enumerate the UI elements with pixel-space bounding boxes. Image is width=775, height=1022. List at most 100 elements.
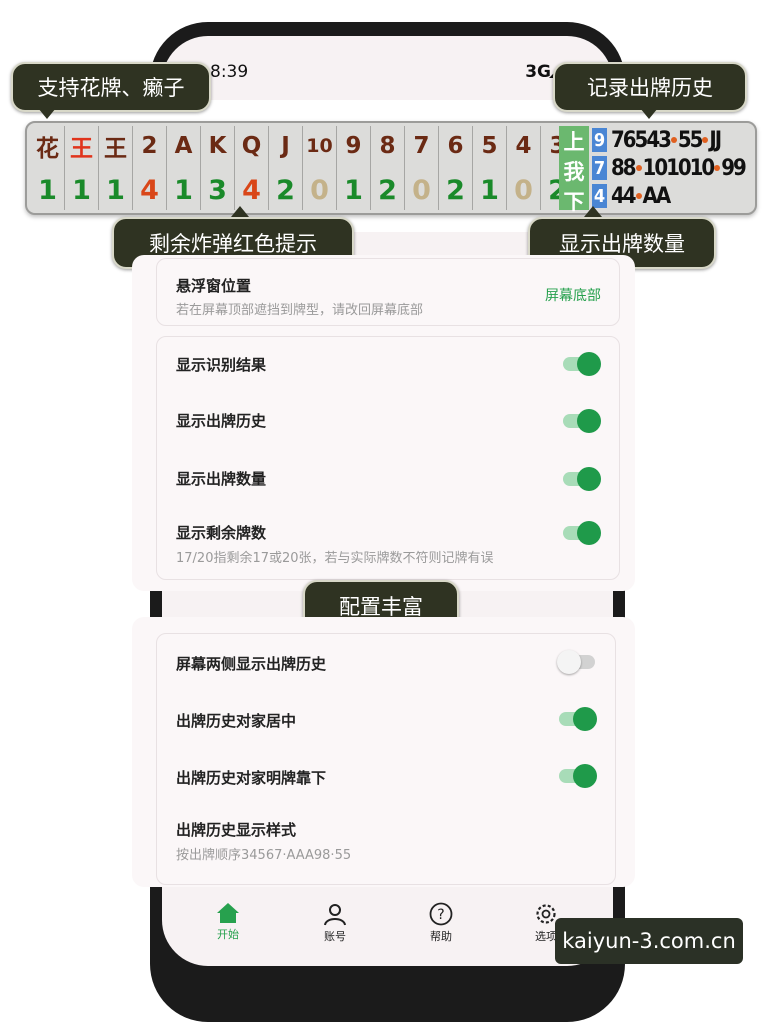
status-bar: 8:39 3G <box>162 60 613 86</box>
setting-float-position[interactable]: 悬浮窗位置 若在屏幕顶部遮挡到牌型，请改回屏幕底部 屏幕底部 <box>157 259 619 325</box>
float-position-card[interactable]: 悬浮窗位置 若在屏幕顶部遮挡到牌型，请改回屏幕底部 屏幕底部 <box>156 258 620 326</box>
played-cards: 76543 <box>611 127 672 153</box>
card-remaining-count: 2 <box>276 174 295 206</box>
card-face: 5 <box>481 133 498 159</box>
card-face: 8 <box>379 133 396 159</box>
callout-top-right: 记录出牌历史 <box>553 62 747 112</box>
setting-opponent-bottom[interactable]: 出牌历史对家明牌靠下 <box>157 748 615 804</box>
setting-show-recognition[interactable]: 显示识别结果 <box>157 337 619 391</box>
nav-start[interactable]: 开始 <box>198 885 258 942</box>
toggle-knob <box>573 764 597 788</box>
card-face: K <box>208 133 227 159</box>
card-column: 82 <box>371 126 405 210</box>
setting-title: 显示出牌历史 <box>176 412 267 430</box>
toggle-knob <box>577 467 601 491</box>
setting-title: 显示识别结果 <box>176 356 267 374</box>
played-cards: 99 <box>721 155 747 181</box>
card-face: J <box>281 133 290 159</box>
status-time: 8:39 <box>210 62 249 82</box>
show-remaining-toggle[interactable] <box>563 521 601 545</box>
card-face: 9 <box>345 133 362 159</box>
card-remaining-count: 0 <box>514 174 533 206</box>
card-remaining-count: 2 <box>446 174 465 206</box>
played-cards: AA <box>642 183 672 209</box>
float-position-value[interactable]: 屏幕底部 <box>545 285 601 305</box>
played-cards: 101010 <box>642 155 716 181</box>
nav-label: 选项 <box>535 930 557 943</box>
show-count-toggle[interactable] <box>563 467 601 491</box>
opponent-center-toggle[interactable] <box>559 707 597 731</box>
player-label-next: 下 <box>563 190 585 214</box>
setting-subtitle: 按出牌顺序34567·AAA98·55 <box>176 848 352 863</box>
separator-dot <box>635 165 642 171</box>
setting-show-remaining[interactable]: 显示剩余牌数 17/20指剩余17或20张，若与实际牌数不符则记牌有误 <box>157 509 619 575</box>
played-cards: JJ <box>709 127 722 153</box>
setting-show-history[interactable]: 显示出牌历史 <box>157 393 619 447</box>
card-remaining-count: 4 <box>242 174 261 206</box>
callout-text: 支持花牌、癞子 <box>37 76 185 100</box>
setting-opponent-center[interactable]: 出牌历史对家居中 <box>157 691 615 747</box>
setting-title: 显示剩余牌数 <box>176 524 267 542</box>
nav-label: 开始 <box>217 928 239 941</box>
setting-show-count[interactable]: 显示出牌数量 <box>157 451 619 505</box>
card-remaining-count: 1 <box>38 174 57 206</box>
callout-text: 显示出牌数量 <box>559 232 685 256</box>
card-column: 10 0 <box>303 126 337 210</box>
nav-account[interactable]: 账号 <box>305 885 365 944</box>
card-column: 王1 <box>99 126 133 210</box>
card-remaining-count: 1 <box>480 174 499 206</box>
nav-label: 帮助 <box>430 930 452 943</box>
card-column: 62 <box>439 126 473 210</box>
play-history: 9 76543 55 JJ 7 88 101010 99 4 44 AA <box>592 126 752 210</box>
setting-title: 出牌历史显示样式 <box>176 821 297 839</box>
card-column: 51 <box>473 126 507 210</box>
history-row: 7 88 101010 99 <box>592 154 752 182</box>
opponent-bottom-toggle[interactable] <box>559 764 597 788</box>
toggle-knob <box>577 352 601 376</box>
played-cards: 88 <box>611 155 637 181</box>
show-history-toggle[interactable] <box>563 409 601 433</box>
card-column: Q4 <box>235 126 269 210</box>
separator-dot <box>714 165 721 171</box>
setting-history-style[interactable]: 出牌历史显示样式 按出牌顺序34567·AAA98·55 <box>157 806 615 876</box>
card-column: J2 <box>269 126 303 210</box>
setting-subtitle: 若在屏幕顶部遮挡到牌型，请改回屏幕底部 <box>176 303 424 318</box>
setting-title: 显示出牌数量 <box>176 470 267 488</box>
card-tracker-overlay: 花 1 王 1 王 1 2 4 A 1 K 3 Q 4 J 2 10 0 9 1 8 2 7 0 6 2 5 1 4 0 3 2 上 我 下 … <box>25 121 757 215</box>
setting-title: 悬浮窗位置 <box>176 277 252 295</box>
history-settings-card: 屏幕两侧显示出牌历史 出牌历史对家居中 出牌历史对家明牌靠下 出牌历史显示样式 … <box>156 633 616 885</box>
player-label-me: 我 <box>563 160 585 184</box>
player-label-prev: 上 <box>563 130 585 154</box>
watermark: kaiyun-3.com.cn <box>555 918 743 964</box>
card-column: 24 <box>133 126 167 210</box>
history-row: 9 76543 55 JJ <box>592 126 752 154</box>
card-column: 91 <box>337 126 371 210</box>
callout-top-left: 支持花牌、癞子 <box>11 62 211 112</box>
bottom-nav: 开始 账号 ? 帮助 选项 <box>162 885 613 955</box>
callout-pointer <box>584 206 602 217</box>
card-remaining-count: 1 <box>72 174 91 206</box>
card-face: Q <box>241 133 262 159</box>
show-recognition-toggle[interactable] <box>563 352 601 376</box>
card-remaining-count: 2 <box>378 174 397 206</box>
history-row: 4 44 AA <box>592 182 752 210</box>
setting-title: 屏幕两侧显示出牌历史 <box>176 655 327 673</box>
nav-help[interactable]: ? 帮助 <box>411 885 471 944</box>
callout-pointer <box>231 206 249 217</box>
card-remaining-count: 4 <box>140 174 159 206</box>
card-face: 7 <box>413 133 430 159</box>
setting-side-history[interactable]: 屏幕两侧显示出牌历史 <box>157 634 615 690</box>
card-remaining-count: 0 <box>310 174 329 206</box>
card-face: 10 <box>306 135 333 157</box>
played-cards: 55 <box>677 127 704 153</box>
card-face: 花 <box>36 136 59 162</box>
card-remaining-count: 1 <box>344 174 363 206</box>
help-icon: ? <box>429 902 453 926</box>
callout-text: 剩余炸弹红色提示 <box>149 232 317 256</box>
side-history-toggle[interactable] <box>557 650 595 674</box>
card-column: 40 <box>507 126 541 210</box>
card-face: 4 <box>515 133 532 159</box>
card-face: A <box>174 133 193 159</box>
card-face: 2 <box>141 133 158 159</box>
toggle-knob <box>557 650 581 674</box>
